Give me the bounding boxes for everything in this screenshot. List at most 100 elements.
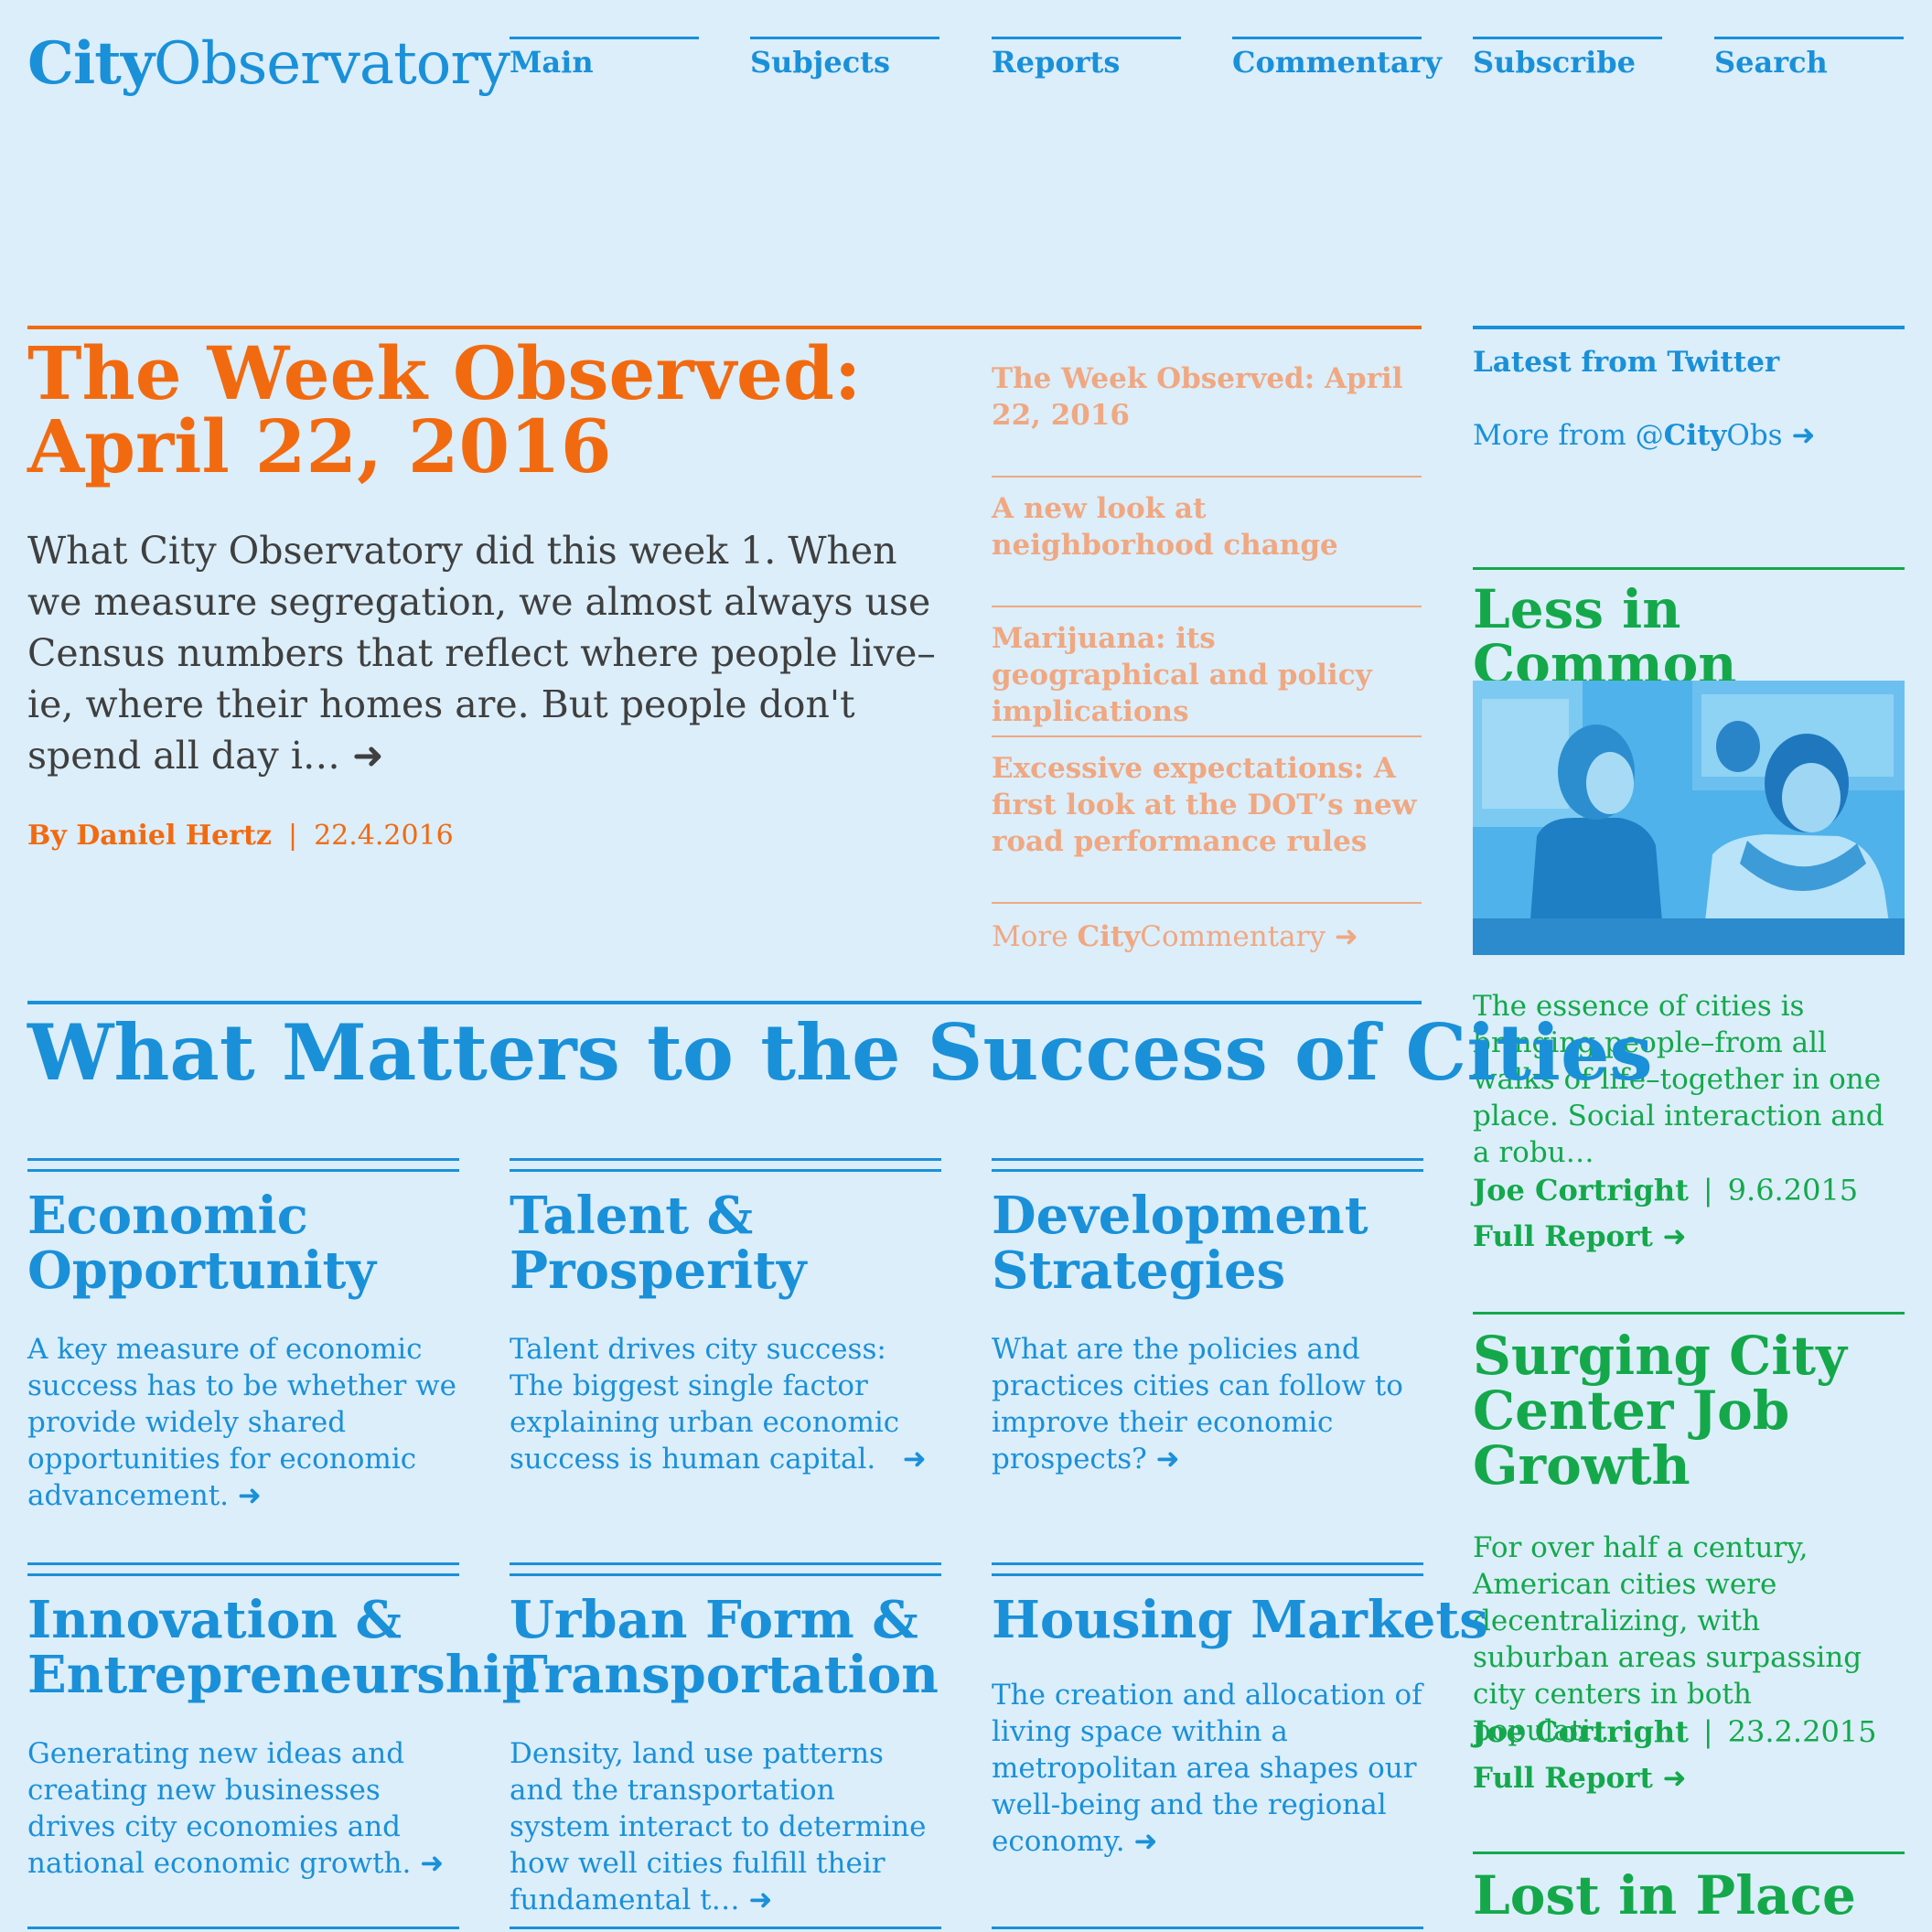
commentary-item[interactable]: A new look at neighborhood change xyxy=(992,490,1422,564)
report-title[interactable]: Less in Common xyxy=(1473,582,1905,692)
commentary-divider xyxy=(992,735,1422,737)
subject-card: Economic Opportunity A key measure of eco… xyxy=(27,1158,459,1514)
nav-subjects-label: Subjects xyxy=(750,45,890,80)
nav-search[interactable]: Search xyxy=(1714,37,1904,94)
featured-excerpt-text: What City Observatory did this week 1. W… xyxy=(27,529,936,778)
nav-subjects[interactable]: Subjects xyxy=(750,37,939,94)
featured-read-more-arrow-icon[interactable]: ➜ xyxy=(352,734,383,778)
nav-subscribe[interactable]: Subscribe xyxy=(1473,37,1662,94)
card-title-line-2: Prosperity xyxy=(510,1240,807,1301)
arrow-right-icon[interactable]: ➜ xyxy=(748,1884,772,1916)
logo-rest: Observatory xyxy=(154,30,510,98)
arrow-right-icon[interactable]: ➜ xyxy=(903,1443,927,1476)
subject-card: Urban Form & Transportation Density, land… xyxy=(510,1562,941,1918)
commentary-item[interactable]: Excessive expectations: A first look at … xyxy=(992,750,1422,860)
report-meta: Joe Cortright | 9.6.2015 xyxy=(1473,1173,1858,1208)
more-commentary-prefix: More xyxy=(992,920,1078,953)
twitter-more-link[interactable]: More from @CityObs ➜ xyxy=(1473,419,1815,452)
nav-search-label: Search xyxy=(1714,45,1828,80)
card-double-rule xyxy=(510,1562,941,1576)
card-title-line-2: Strategies xyxy=(992,1240,1286,1301)
card-double-rule xyxy=(510,1927,941,1929)
card-double-rule xyxy=(27,1927,459,1929)
card-text-body: Density, land use patterns and the trans… xyxy=(510,1737,927,1916)
card-title[interactable]: Economic Opportunity xyxy=(27,1188,459,1298)
twitter-more-rest: Obs xyxy=(1726,419,1783,452)
arrow-right-icon[interactable]: ➜ xyxy=(1134,1825,1158,1858)
card-title-line-2: Opportunity xyxy=(27,1240,376,1301)
twitter-divider xyxy=(1473,326,1905,329)
arrow-right-icon: ➜ xyxy=(1334,920,1358,953)
card-text: A key measure of economic success has to… xyxy=(27,1331,459,1514)
card-text-body: Generating new ideas and creating new bu… xyxy=(27,1737,412,1880)
card-title-line-2: Entrepreneurship xyxy=(27,1645,538,1705)
report-divider xyxy=(1473,1852,1905,1854)
card-text-body: Talent drives city success: The biggest … xyxy=(510,1333,900,1476)
full-report-link[interactable]: Full Report ➜ xyxy=(1473,1762,1687,1795)
meta-separator: | xyxy=(287,820,298,852)
arrow-right-icon: ➜ xyxy=(1662,1220,1687,1253)
nav-subscribe-label: Subscribe xyxy=(1473,45,1636,80)
arrow-right-icon: ➜ xyxy=(1791,419,1816,452)
card-title-line-2: Transportation xyxy=(510,1645,939,1705)
card-text: What are the policies and practices citi… xyxy=(992,1331,1423,1477)
card-text-body: What are the policies and practices citi… xyxy=(992,1333,1403,1476)
subject-card: Innovation & Entrepreneurship Generating … xyxy=(27,1562,538,1882)
card-double-rule xyxy=(992,1927,1423,1929)
card-title-line-1: Urban Form & xyxy=(510,1590,918,1650)
arrow-right-icon[interactable]: ➜ xyxy=(238,1479,262,1512)
featured-divider xyxy=(27,326,1422,329)
card-double-rule xyxy=(992,1158,1423,1172)
card-double-rule xyxy=(992,1562,1423,1576)
nav-commentary[interactable]: Commentary xyxy=(1232,37,1442,94)
card-title[interactable]: Talent & Prosperity xyxy=(510,1188,941,1298)
section-divider xyxy=(27,1001,1422,1004)
commentary-divider xyxy=(992,902,1422,904)
card-title-line-1: Development xyxy=(992,1186,1368,1246)
report-title[interactable]: Surging City Center Job Growth xyxy=(1473,1328,1905,1493)
commentary-item[interactable]: Marijuana: its geographical and policy i… xyxy=(992,620,1422,730)
card-text: The creation and allocation of living sp… xyxy=(992,1677,1423,1860)
card-text: Generating new ideas and creating new bu… xyxy=(27,1735,459,1882)
nav-main[interactable]: Main xyxy=(510,37,699,94)
arrow-right-icon: ➜ xyxy=(1662,1762,1687,1795)
full-report-link[interactable]: Full Report ➜ xyxy=(1473,1220,1687,1253)
logo-bold: City xyxy=(27,29,155,98)
commentary-item[interactable]: The Week Observed: April 22, 2016 xyxy=(992,360,1422,434)
subway-passengers-photo-icon xyxy=(1473,681,1905,955)
card-title-line-1: Talent & xyxy=(510,1186,754,1246)
card-title[interactable]: Housing Markets xyxy=(992,1593,1488,1648)
card-title[interactable]: Development Strategies xyxy=(992,1188,1423,1298)
nav-reports[interactable]: Reports xyxy=(992,37,1181,94)
arrow-right-icon[interactable]: ➜ xyxy=(420,1847,444,1880)
card-double-rule xyxy=(27,1158,459,1172)
subject-card: Talent & Prosperity Talent drives city su… xyxy=(510,1158,941,1477)
commentary-divider xyxy=(992,476,1422,478)
subject-card: Development Strategies What are the polic… xyxy=(992,1158,1423,1477)
report-divider xyxy=(1473,1312,1905,1315)
nav-main-label: Main xyxy=(510,45,594,80)
report-title[interactable]: Lost in Place xyxy=(1473,1868,1905,1923)
twitter-more-bold: City xyxy=(1663,419,1727,452)
site-logo[interactable]: CityObservatory xyxy=(27,27,510,101)
more-commentary-bold: City xyxy=(1077,920,1141,953)
arrow-right-icon[interactable]: ➜ xyxy=(1156,1443,1180,1476)
twitter-more-prefix: More from @ xyxy=(1473,419,1664,452)
featured-excerpt: What City Observatory did this week 1. W… xyxy=(27,525,961,781)
subject-card: Housing Markets The creation and allocat… xyxy=(992,1562,1488,1860)
card-title[interactable]: Innovation & Entrepreneurship xyxy=(27,1590,538,1702)
report-author[interactable]: Joe Cortright xyxy=(1473,1173,1689,1208)
card-title-line-1: Innovation & xyxy=(27,1590,402,1650)
report-author[interactable]: Joe Cortright xyxy=(1473,1714,1689,1749)
more-commentary-link[interactable]: More CityCommentary ➜ xyxy=(992,920,1358,953)
card-text: Talent drives city success: The biggest … xyxy=(510,1331,941,1477)
card-title[interactable]: Urban Form & Transportation xyxy=(510,1593,941,1702)
featured-title[interactable]: The Week Observed: April 22, 2016 xyxy=(27,337,970,483)
report-photo[interactable] xyxy=(1473,681,1905,955)
report-divider xyxy=(1473,567,1905,570)
report-date: 23.2.2015 xyxy=(1727,1714,1877,1749)
nav-reports-label: Reports xyxy=(992,45,1121,80)
section-title: What Matters to the Success of Cities xyxy=(27,1007,1653,1098)
card-double-rule xyxy=(27,1562,459,1576)
featured-author[interactable]: By Daniel Hertz xyxy=(27,820,272,852)
